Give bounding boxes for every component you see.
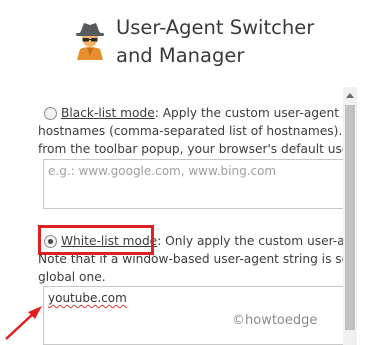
blacklist-option: Black-list mode: Apply the custom user-a… bbox=[38, 104, 343, 158]
blacklist-hostnames-input[interactable]: e.g.: www.google.com, www.bing.com bbox=[43, 159, 343, 209]
settings-panel: Black-list mode: Apply the custom user-a… bbox=[38, 87, 343, 345]
blacklist-description-2: hostnames (comma-separated list of hostn… bbox=[38, 124, 343, 138]
blacklist-placeholder: e.g.: www.google.com, www.bing.com bbox=[48, 164, 277, 178]
watermark-text: ©howtoedge bbox=[232, 313, 318, 328]
whitelist-highlight-box bbox=[38, 225, 154, 255]
whitelist-description-1: : Only apply the custom user-agent s bbox=[157, 234, 343, 248]
whitelist-description-3: global one. bbox=[38, 270, 106, 284]
blacklist-description-1: : Apply the custom user-agent string t bbox=[154, 106, 343, 120]
app-title: User-Agent Switcher and Manager bbox=[116, 14, 366, 70]
blacklist-mode-label[interactable]: Black-list mode bbox=[61, 106, 155, 120]
blacklist-row-1: Black-list mode: Apply the custom user-a… bbox=[38, 104, 343, 122]
blacklist-radio[interactable] bbox=[44, 107, 57, 120]
scroll-up-arrow-icon[interactable] bbox=[346, 93, 354, 98]
app-title-line1: User-Agent Switcher bbox=[116, 16, 315, 39]
vertical-scrollbar[interactable] bbox=[343, 87, 357, 345]
blacklist-description-3: from the toolbar popup, your browser's d… bbox=[38, 142, 343, 156]
incognito-agent-icon bbox=[76, 23, 104, 60]
red-arrow-icon bbox=[5, 306, 42, 340]
app-title-line2: and Manager bbox=[116, 44, 245, 67]
scrollbar-thumb[interactable] bbox=[345, 105, 355, 330]
app-header: User-Agent Switcher and Manager bbox=[0, 0, 385, 90]
